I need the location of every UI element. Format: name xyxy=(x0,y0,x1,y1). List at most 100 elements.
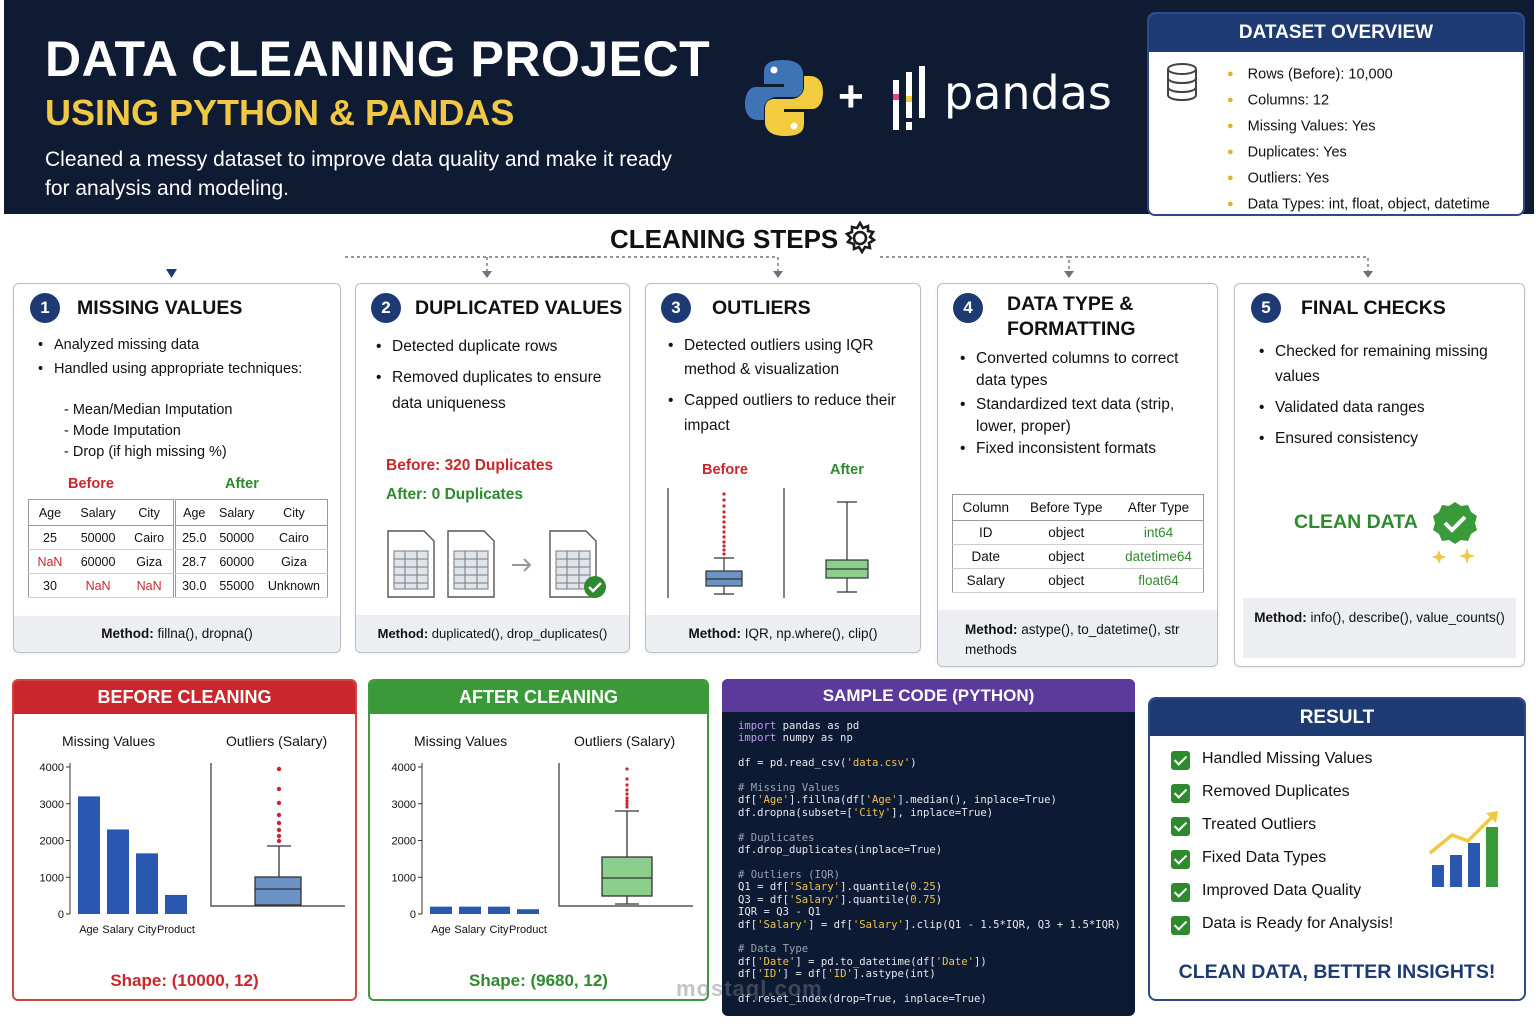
method-bar: Method: fillna(), dropna() xyxy=(14,616,340,652)
after-table: Age Salary City 25.0 50000 Cairo 28.7 60000 Gi… xyxy=(175,499,328,598)
checkbox-icon xyxy=(1171,916,1190,935)
step-title: MISSING VALUES xyxy=(77,297,243,319)
type-table: Column Before Type After Type ID object int6… xyxy=(952,494,1204,593)
bar xyxy=(430,906,452,914)
sample-code-panel: SAMPLE CODE (PYTHON) import pandas as pd… xyxy=(722,679,1135,1016)
y-tick-label: 1000 xyxy=(392,872,416,884)
overview-item: ● Data Types: int, float, object, datetim… xyxy=(1227,196,1490,213)
checkbox-icon xyxy=(1171,817,1190,836)
bar xyxy=(78,796,100,914)
technique-item: - Drop (if high missing %) xyxy=(64,444,227,460)
overview-item: ● Outliers: Yes xyxy=(1227,170,1330,187)
y-tick-label: 4000 xyxy=(392,762,416,774)
checkbox-icon xyxy=(1171,850,1190,869)
code-title: SAMPLE CODE (PYTHON) xyxy=(722,679,1135,712)
boxplot-title: Outliers (Salary) xyxy=(226,733,328,749)
bar xyxy=(107,829,129,914)
step-card-final-checks: 5 FINAL CHECKS Checked for remaining mis… xyxy=(1234,283,1525,667)
result-item: Data is Ready for Analysis! xyxy=(1202,915,1394,932)
checkbox-icon xyxy=(1171,883,1190,902)
bullet-item: Handled using appropriate techniques: xyxy=(38,359,334,379)
step-title: DATA TYPE & FORMATTING xyxy=(1007,293,1136,340)
bullet-item: Standardized text data (strip, lower, pr… xyxy=(960,394,1210,438)
bar-chart-title: Missing Values xyxy=(414,733,508,749)
step-title: OUTLIERS xyxy=(712,297,811,319)
y-tick-label: 0 xyxy=(58,909,64,921)
x-tick-label: Salary xyxy=(102,924,134,936)
page-description: Cleaned a messy dataset to improve data … xyxy=(45,148,672,200)
bar xyxy=(165,894,187,914)
step-card-duplicated-values: 2 DUPLICATED VALUES Detected duplicate r… xyxy=(355,283,630,653)
step-number: 3 xyxy=(661,293,691,323)
x-tick-label: Product xyxy=(157,924,195,936)
y-tick-label: 2000 xyxy=(40,836,64,848)
bullet-item: Analyzed missing data xyxy=(38,334,334,356)
x-tick-label: City xyxy=(490,924,509,936)
python-logo-icon xyxy=(745,60,823,136)
after-label: After xyxy=(830,462,864,478)
overview-item: ● Columns: 12 xyxy=(1227,92,1330,109)
method-bar: Method: duplicated(), drop_duplicates() xyxy=(356,615,629,652)
x-tick-label: Age xyxy=(79,924,99,936)
result-item: Handled Missing Values xyxy=(1202,750,1373,767)
bar xyxy=(488,906,510,914)
bar-chart-title: Missing Values xyxy=(62,733,156,749)
overview-title: DATASET OVERVIEW xyxy=(1149,14,1523,52)
x-tick-label: City xyxy=(138,924,157,936)
watermark: mostaql.com xyxy=(676,976,823,1001)
checkbox-icon xyxy=(1171,751,1190,770)
step-number: 5 xyxy=(1251,293,1281,323)
y-tick-label: 1000 xyxy=(40,872,64,884)
clean-data-label: CLEAN DATA xyxy=(1294,511,1418,533)
bar xyxy=(459,906,481,914)
after-label: After xyxy=(225,476,259,492)
step-title: FINAL CHECKS xyxy=(1301,297,1446,319)
bullet-item: Validated data ranges xyxy=(1259,395,1509,420)
step-bullets: Checked for remaining missing values Val… xyxy=(1259,339,1509,451)
page-title: DATA CLEANING PROJECT xyxy=(45,31,711,87)
growth-chart-icon xyxy=(1428,811,1498,887)
step-card-data-type-formatting: 4 DATA TYPE & FORMATTING Converted colum… xyxy=(937,283,1218,667)
step-number: 2 xyxy=(371,293,401,323)
bullet-item: Removed duplicates to ensure data unique… xyxy=(376,365,616,417)
bar xyxy=(517,909,539,914)
panel-title: AFTER CLEANING xyxy=(370,681,707,714)
code-block: import pandas as pd import numpy as np d… xyxy=(738,720,1121,1005)
salary-boxplot xyxy=(558,763,693,907)
result-card: RESULT Handled Missing Values Removed Du… xyxy=(1148,697,1526,1001)
bullet-item: Converted columns to correct data types xyxy=(960,348,1210,392)
duplicates-after: After: 0 Duplicates xyxy=(386,486,523,503)
y-tick-label: 0 xyxy=(410,909,416,921)
pandas-wordmark: pandas xyxy=(944,66,1112,120)
overview-item: ● Missing Values: Yes xyxy=(1227,118,1376,135)
missing-values-bar-chart: 4000 3000 2000 1000 0 Age Salary City Product xyxy=(40,762,195,936)
bullet-item: Fixed inconsistent formats xyxy=(960,438,1210,460)
step-bullets: Analyzed missing data Handled using appr… xyxy=(38,334,334,379)
x-tick-label: Age xyxy=(431,924,451,936)
before-label: Before xyxy=(702,462,748,478)
outlier-boxplots xyxy=(667,488,869,598)
result-footer: CLEAN DATA, BETTER INSIGHTS! xyxy=(1178,961,1496,983)
salary-boxplot xyxy=(210,763,345,907)
x-tick-label: Salary xyxy=(454,924,486,936)
step-title: DUPLICATED VALUES xyxy=(415,297,623,319)
dataset-overview-card: DATASET OVERVIEW ● Rows (Before): 10,000 … xyxy=(1147,12,1525,216)
result-title: RESULT xyxy=(1150,699,1524,736)
method-bar: Method: info(), describe(), value_counts… xyxy=(1243,598,1516,658)
technique-item: - Mean/Median Imputation xyxy=(64,402,233,418)
result-item: Removed Duplicates xyxy=(1202,783,1350,800)
y-tick-label: 3000 xyxy=(392,799,416,811)
result-item: Treated Outliers xyxy=(1202,816,1317,833)
after-cleaning-panel: AFTER CLEANING Missing Values Outliers (… xyxy=(368,679,709,1001)
x-tick-label: Product xyxy=(509,924,547,936)
overview-item: ● Rows (Before): 10,000 xyxy=(1227,66,1393,83)
result-item: Improved Data Quality xyxy=(1202,882,1362,899)
overview-item: ● Duplicates: Yes xyxy=(1227,144,1347,161)
shape-before: Shape: (10000, 12) xyxy=(110,971,259,990)
missing-values-bar-chart: 4000 3000 2000 1000 0 Age Salary City Product xyxy=(392,762,547,936)
technique-list: - Mean/Median Imputation - Mode Imputati… xyxy=(64,400,232,463)
plus-sign: + xyxy=(838,72,864,121)
overview-list: ● Rows (Before): 10,000 ● Columns: 12 ● Mis… xyxy=(1227,62,1490,214)
checkbox-icon xyxy=(1171,784,1190,803)
step-card-missing-values: 1 MISSING VALUES Analyzed missing data H… xyxy=(13,283,341,653)
